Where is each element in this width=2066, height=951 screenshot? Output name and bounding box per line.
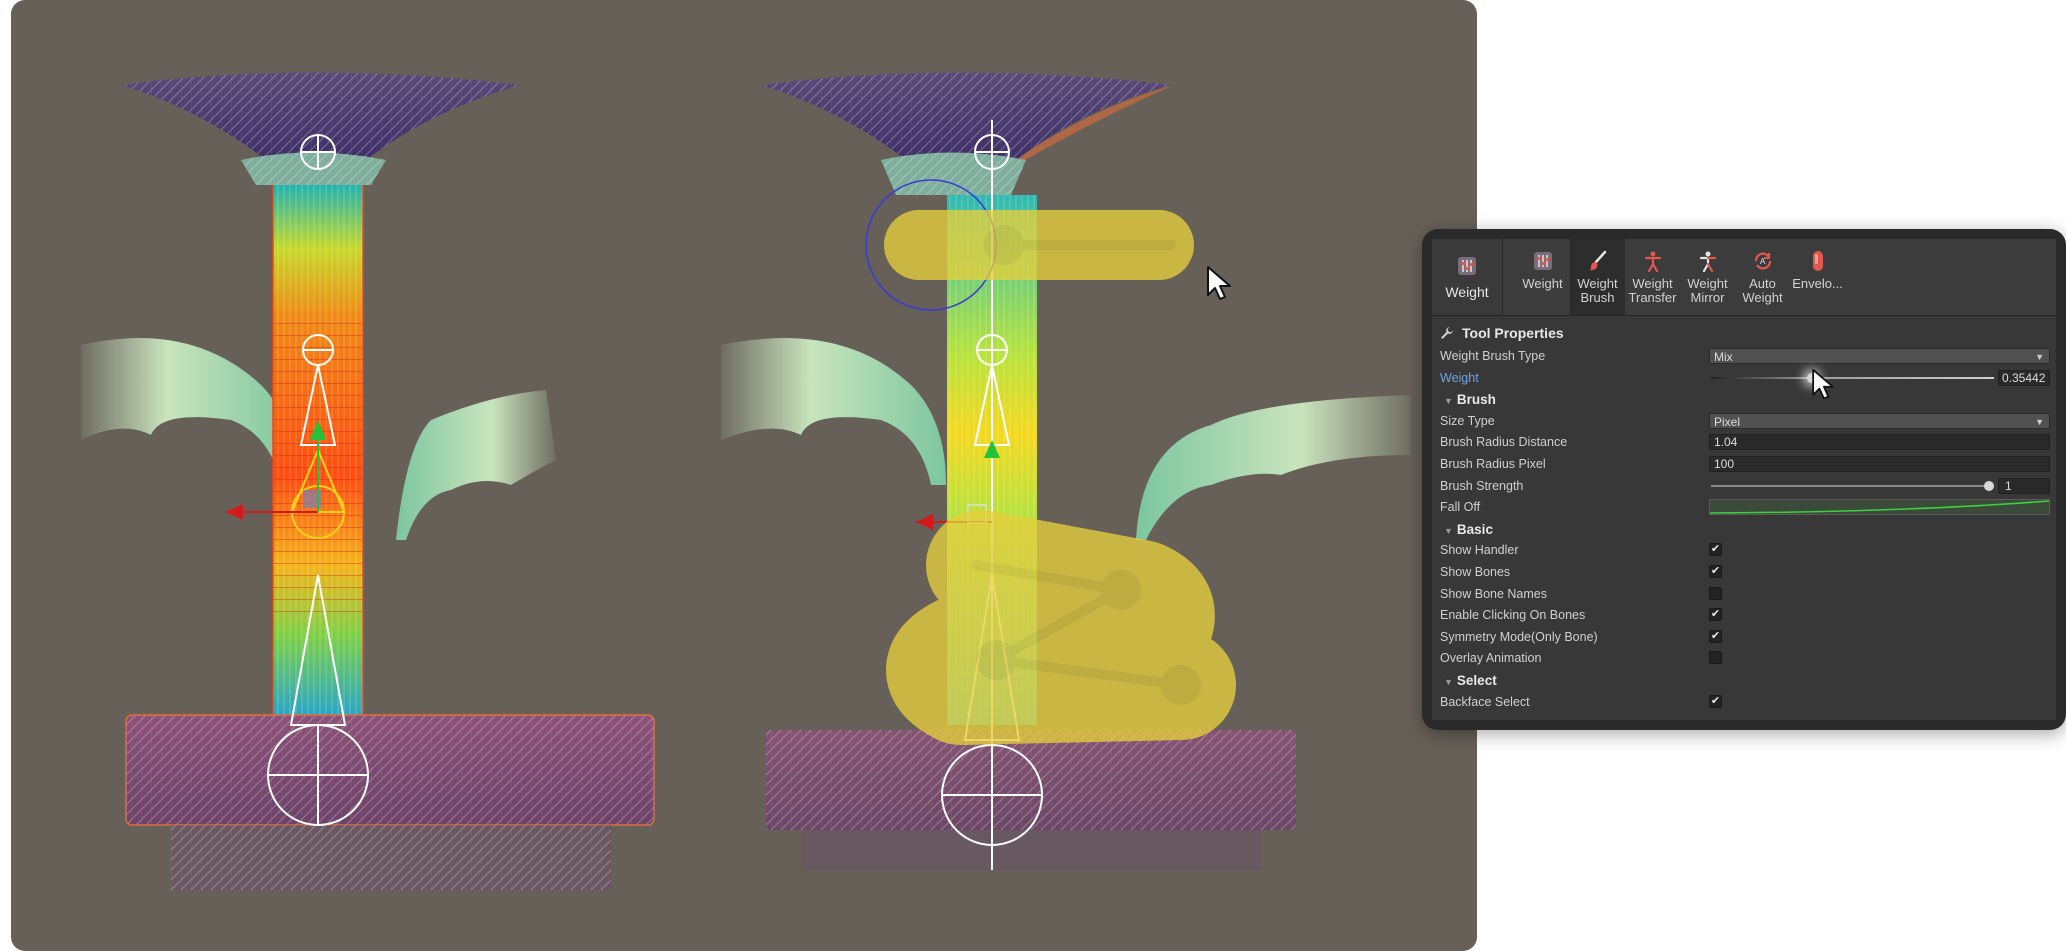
row-enable-clicking-on-bones: Enable Clicking On Bones ✔ [1432, 605, 2056, 627]
weight-label: Weight [1440, 370, 1479, 385]
brush-radius-distance-label: Brush Radius Distance [1440, 435, 1568, 450]
tool-properties-title: Tool Properties [1462, 325, 1564, 341]
row-backface-select: Backface Select ✔ [1432, 692, 2056, 714]
property-list: Weight Brush Type Mix ▼ Weight 0.35442 ▼… [1432, 346, 2056, 713]
left-plant-model [81, 72, 655, 890]
brush-section-title: Brush [1456, 392, 1496, 408]
size-type-label: Size Type [1440, 413, 1495, 428]
tool-weight-label: Weight [1522, 276, 1563, 291]
tool-weight-mirror-label: Weight Mirror [1687, 276, 1728, 305]
show-bone-names-checkbox[interactable] [1709, 586, 1722, 600]
symmetry-mode-label: Symmetry Mode(Only Bone) [1440, 629, 1598, 644]
dropdown-arrow-icon: ▼ [2035, 416, 2044, 427]
brush-strength-slider-knob[interactable] [1984, 480, 1994, 491]
fall-off-curve-field[interactable] [1709, 499, 2050, 516]
collapse-triangle-icon: ▼ [1444, 396, 1453, 407]
row-weight: Weight 0.35442 [1432, 368, 2056, 399]
weight-mode-label: Weight [1445, 284, 1489, 300]
row-brush-strength: Brush Strength 1 [1432, 476, 2056, 498]
enable-clicking-on-bones-checkbox[interactable]: ✔ [1709, 608, 1722, 622]
tool-weight-mirror[interactable]: Weight Mirror [1680, 239, 1735, 315]
weight-slider-track[interactable] [1711, 376, 1994, 379]
tool-weight-brush[interactable]: Weight Brush [1570, 239, 1625, 315]
basic-section-header[interactable]: ▼ Basic [1432, 519, 2056, 541]
brush-section-header[interactable]: ▼ Brush [1432, 389, 2056, 411]
show-handler-checkbox[interactable]: ✔ [1709, 543, 1722, 557]
weight-sliders-icon [1531, 249, 1555, 273]
row-overlay-animation: Overlay Animation [1432, 648, 2056, 670]
fall-off-curve [1709, 500, 2050, 514]
show-handler-label: Show Handler [1440, 543, 1519, 558]
show-bones-label: Show Bones [1440, 564, 1511, 579]
symmetry-mode-checkbox[interactable]: ✔ [1709, 629, 1722, 643]
brush-icon [1586, 249, 1610, 273]
brush-strength-value-field[interactable]: 1 [1998, 477, 2050, 494]
weight-toolbar: Weight Weight Weight Brush Weight Transf… [1432, 239, 2056, 316]
tool-envelope-label: Envelo... [1792, 276, 1843, 291]
brush-radius-pixel-field[interactable]: 100 [1709, 455, 2050, 472]
collapse-triangle-icon: ▼ [1444, 525, 1453, 536]
row-weight-brush-type: Weight Brush Type Mix ▼ [1432, 346, 2056, 368]
wrench-icon [1440, 326, 1454, 340]
collapse-triangle-icon: ▼ [1444, 676, 1453, 687]
row-show-bone-names: Show Bone Names [1432, 584, 2056, 606]
weight-brush-type-label: Weight Brush Type [1440, 349, 1546, 363]
viewport-scene [81, 72, 1411, 890]
right-plant-model [721, 72, 1411, 870]
row-brush-radius-distance: Brush Radius Distance 1.04 [1432, 432, 2056, 454]
dropdown-arrow-icon: ▼ [2035, 352, 2044, 362]
tool-weight-transfer-label: Weight Transfer [1628, 276, 1677, 305]
weight-mode-tab[interactable]: Weight [1432, 239, 1503, 315]
fall-off-label: Fall Off [1440, 500, 1481, 515]
row-size-type: Size Type Pixel ▼ [1432, 411, 2056, 433]
auto-refresh-icon: A [1751, 249, 1775, 273]
brush-radius-pixel-label: Brush Radius Pixel [1440, 456, 1546, 471]
weight-brush-type-dropdown[interactable]: Mix ▼ [1709, 348, 2050, 364]
weight-sliders-icon [1455, 254, 1479, 278]
tool-weight-brush-label: Weight Brush [1577, 276, 1618, 305]
capsule-icon [1806, 249, 1830, 273]
tool-auto-weight-label: Auto Weight [1742, 276, 1783, 305]
show-bone-names-label: Show Bone Names [1440, 586, 1548, 601]
tool-weight[interactable]: Weight [1515, 239, 1570, 315]
drag-gesture-hint [884, 210, 1194, 280]
row-brush-radius-pixel: Brush Radius Pixel 100 [1432, 454, 2056, 476]
row-show-bones: Show Bones ✔ [1432, 562, 2056, 584]
brush-strength-label: Brush Strength [1440, 478, 1524, 493]
select-section-header[interactable]: ▼ Select [1432, 670, 2056, 692]
select-section-title: Select [1456, 672, 1497, 688]
brush-strength-slider-track[interactable] [1711, 484, 1994, 487]
3d-viewport[interactable] [11, 0, 1477, 951]
mouse-cursor-icon [1207, 266, 1231, 300]
tool-auto-weight[interactable]: A Auto Weight [1735, 239, 1790, 315]
row-fall-off: Fall Off [1432, 497, 2056, 519]
size-type-dropdown[interactable]: Pixel ▼ [1709, 412, 2050, 429]
weight-tool-panel: Weight Weight Weight Brush Weight Transf… [1422, 229, 2066, 730]
figure-transfer-icon [1641, 249, 1665, 273]
enable-clicking-on-bones-label: Enable Clicking On Bones [1440, 608, 1586, 623]
basic-section-title: Basic [1456, 521, 1493, 537]
backface-select-label: Backface Select [1440, 694, 1530, 709]
weight-value-field[interactable]: 0.35442 [1998, 369, 2050, 386]
figure-mirror-icon [1696, 249, 1720, 273]
backface-select-checkbox[interactable]: ✔ [1709, 694, 1722, 708]
tool-envelope[interactable]: Envelo... [1790, 239, 1845, 315]
size-type-value: Pixel [1714, 414, 1741, 429]
svg-text:A: A [1760, 257, 1766, 266]
row-symmetry-mode: Symmetry Mode(Only Bone) ✔ [1432, 627, 2056, 649]
overlay-animation-checkbox[interactable] [1709, 651, 1722, 665]
tool-properties-header[interactable]: Tool Properties [1432, 321, 2056, 345]
weight-brush-type-value: Mix [1714, 350, 1733, 364]
row-show-handler: Show Handler ✔ [1432, 540, 2056, 562]
brush-radius-distance-field[interactable]: 1.04 [1709, 434, 2050, 451]
tool-weight-transfer[interactable]: Weight Transfer [1625, 239, 1680, 315]
overlay-animation-label: Overlay Animation [1440, 651, 1542, 666]
show-bones-checkbox[interactable]: ✔ [1709, 564, 1722, 578]
scrub-gesture-hint [886, 510, 1236, 745]
